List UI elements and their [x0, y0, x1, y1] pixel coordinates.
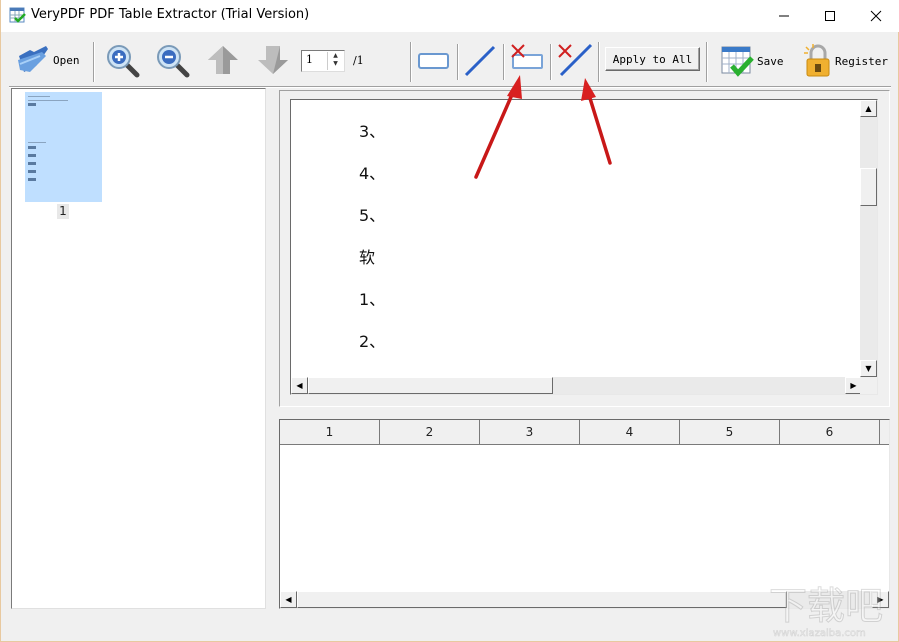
delete-line-icon: [558, 43, 593, 77]
close-button[interactable]: [853, 0, 899, 32]
thumbnail-text-line: [28, 100, 68, 101]
document-text-line: 5、: [359, 206, 386, 225]
close-icon: [870, 10, 882, 22]
column-header[interactable]: 6: [780, 420, 880, 445]
horizontal-scrollbar[interactable]: ◀ ▶: [291, 377, 862, 394]
thumbnail-text-line: [28, 162, 36, 165]
thumbnail-text-line: [28, 146, 36, 149]
document-viewer[interactable]: 3、 4、 5、 软 1、 2、 3、 ▲ ▼ ◀ ▶: [290, 99, 878, 395]
document-text-line: 软: [359, 248, 376, 267]
document-text-line: 1、: [359, 290, 386, 309]
document-text-line: 3、: [359, 122, 386, 141]
toolbar-separator: [457, 44, 459, 80]
thumbnail-text-line: [28, 103, 36, 106]
window-title: VeryPDF PDF Table Extractor (Trial Versi…: [31, 7, 310, 22]
zoom-out-icon: [157, 45, 190, 78]
save-table-icon: [721, 46, 754, 77]
page-spinner[interactable]: ▲ ▼: [327, 52, 343, 70]
scroll-left-button[interactable]: ◀: [291, 377, 308, 394]
toolbar-separator: [706, 42, 708, 82]
page-number-value: 1: [306, 53, 313, 66]
delete-rectangle-icon: [511, 44, 543, 69]
zoom-in-icon: [107, 45, 140, 78]
toolbar-separator: [503, 44, 505, 80]
column-header[interactable]: 1: [280, 420, 380, 445]
arrow-down-icon: [258, 46, 288, 74]
draw-line-button[interactable]: [463, 44, 497, 78]
toolbar-separator: [550, 44, 552, 80]
register-label: Register: [835, 54, 888, 68]
thumbnail-text-line: [28, 96, 50, 97]
maximize-button[interactable]: [807, 0, 853, 32]
scroll-up-button[interactable]: ▲: [860, 100, 877, 117]
apply-to-all-button[interactable]: Apply to All: [605, 47, 700, 71]
table-scroll-thumb[interactable]: [297, 591, 787, 608]
page-thumbnail[interactable]: [25, 92, 102, 202]
vertical-scrollbar[interactable]: ▲ ▼: [860, 100, 877, 377]
thumbnail-text-line: [28, 170, 36, 173]
register-button[interactable]: Register: [804, 44, 888, 78]
rectangle-icon: [418, 53, 449, 69]
open-folder-icon: [18, 46, 48, 72]
line-icon: [464, 45, 496, 77]
scrollbar-corner: [860, 377, 877, 394]
open-label: Open: [53, 53, 80, 67]
thumbnail-text-line: [28, 154, 36, 157]
zoom-in-button[interactable]: [106, 44, 140, 78]
toolbar-separator: [410, 42, 412, 82]
thumbnail-page-number: 1: [57, 204, 69, 219]
toolbar-separator: [93, 42, 95, 82]
watermark-url: www.xiazaiba.com: [773, 628, 866, 639]
next-page-button[interactable]: [256, 44, 290, 76]
lock-icon: [804, 44, 830, 77]
previous-page-button[interactable]: [206, 44, 240, 76]
minimize-icon: [779, 15, 789, 17]
title-bar: VeryPDF PDF Table Extractor (Trial Versi…: [1, 0, 899, 32]
watermark-text: 下载吧: [769, 584, 883, 628]
page-number-input[interactable]: 1 ▲ ▼: [301, 50, 345, 72]
horizontal-scroll-thumb[interactable]: [308, 377, 553, 394]
scroll-down-button[interactable]: ▼: [860, 360, 877, 377]
draw-rectangle-button[interactable]: [417, 50, 451, 72]
delete-line-button[interactable]: [556, 42, 594, 78]
document-text-line: 4、: [359, 164, 386, 183]
save-label: Save: [757, 54, 784, 68]
maximize-icon: [825, 11, 835, 21]
column-header[interactable]: 2: [380, 420, 480, 445]
column-header[interactable]: 5: [680, 420, 780, 445]
column-header-filler: [880, 420, 889, 445]
delete-rectangle-button[interactable]: [509, 42, 545, 72]
thumbnail-text-line: [28, 142, 46, 143]
minimize-button[interactable]: [761, 0, 807, 32]
toolbar: Open 1 ▲ ▼ /1 Save Register: [1, 32, 899, 88]
app-window: VeryPDF PDF Table Extractor (Trial Versi…: [0, 0, 899, 642]
save-button[interactable]: Save: [720, 44, 784, 78]
open-button[interactable]: Open: [16, 44, 80, 76]
arrow-up-icon: [208, 46, 238, 74]
page-total: /1: [353, 54, 364, 67]
app-icon: [9, 7, 26, 23]
toolbar-separator: [598, 42, 600, 82]
thumbnail-text-line: [28, 178, 36, 181]
zoom-out-button[interactable]: [156, 44, 190, 78]
column-header[interactable]: 4: [580, 420, 680, 445]
vertical-scroll-thumb[interactable]: [860, 168, 877, 206]
column-header[interactable]: 3: [480, 420, 580, 445]
table-scroll-left-button[interactable]: ◀: [280, 591, 297, 608]
document-text-line: 2、: [359, 332, 386, 351]
thumbnail-panel: 1: [11, 88, 266, 609]
watermark-logo: 下载吧 www.xiazaiba.com: [769, 584, 884, 640]
